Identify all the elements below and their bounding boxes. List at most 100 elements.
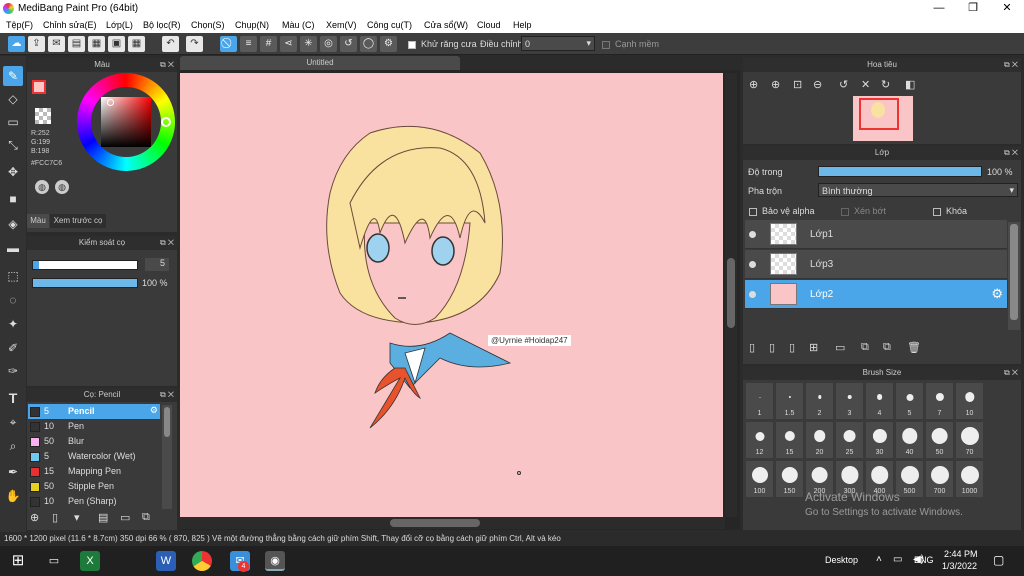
brush-size-cell[interactable]: 15 xyxy=(775,421,804,459)
brush-size-cell[interactable]: 25 xyxy=(835,421,864,459)
duplicate-icon[interactable]: ⧉ xyxy=(142,511,150,524)
brush-size-cell[interactable]: 70 xyxy=(955,421,984,459)
bucket-tool-icon[interactable]: ◈ xyxy=(3,214,23,234)
brush-size-cell[interactable]: 40 xyxy=(895,421,924,459)
clipping-checkbox[interactable] xyxy=(841,206,849,216)
upload-icon[interactable]: ⇪ xyxy=(28,36,45,52)
brush-size-slider[interactable] xyxy=(32,260,138,270)
layer-scrollbar[interactable] xyxy=(1008,222,1020,330)
dot-tool-icon[interactable]: ⤡ xyxy=(3,135,23,155)
canvas-tab[interactable]: Untitled xyxy=(180,56,460,70)
canvas-hscroll[interactable] xyxy=(180,517,725,529)
brush-size-value[interactable]: 5 xyxy=(145,258,169,271)
curve-snap-icon[interactable]: ↺ xyxy=(340,36,357,52)
brush-item-mapping-pen[interactable]: 15 Mapping Pen xyxy=(28,464,160,479)
brush-size-cell[interactable]: 3 xyxy=(835,382,864,420)
grid-snap-icon[interactable]: # xyxy=(260,36,277,52)
rotate-left-icon[interactable]: ↺ xyxy=(839,78,848,91)
rotate-right-icon[interactable]: ↻ xyxy=(881,78,890,91)
palette-add-icon[interactable]: ◍ xyxy=(55,180,69,194)
settings-gear-icon[interactable]: ⚙ xyxy=(380,36,397,52)
hue-handle[interactable] xyxy=(161,117,171,127)
visibility-eye-icon[interactable] xyxy=(749,231,756,238)
panel-close-icon[interactable]: ⧉ ✕ xyxy=(1004,58,1018,72)
pen-tool-icon[interactable]: ✒ xyxy=(3,462,23,482)
brush-size-cell[interactable]: 700 xyxy=(925,460,954,498)
folder-icon[interactable]: ▭ xyxy=(835,341,845,354)
no-snap-icon[interactable]: ⃠ xyxy=(220,36,237,52)
brush-item-watercolor-wet[interactable]: 5 Watercolor (Wet) xyxy=(28,449,160,464)
maximize-button[interactable]: ❐ xyxy=(956,0,990,17)
zoom-in-icon[interactable]: ⊕ xyxy=(749,78,758,91)
tab-color[interactable]: Màu xyxy=(27,214,49,228)
gear-icon[interactable]: ⚙ xyxy=(991,286,1003,302)
brush-size-cell[interactable]: 7 xyxy=(925,382,954,420)
brush-item-pencil[interactable]: 5 Pencil ⚙ xyxy=(28,404,160,419)
language-indicator[interactable]: ENG xyxy=(914,555,934,565)
operation-tool-icon[interactable]: ⌖ xyxy=(3,412,23,432)
visibility-eye-icon[interactable] xyxy=(749,291,756,298)
zoom-in-alt-icon[interactable]: ⊕ xyxy=(771,78,780,91)
brush-size-cell[interactable]: 4 xyxy=(865,382,894,420)
menu-file[interactable]: Tệp(F) xyxy=(6,20,33,30)
panel-close-icon[interactable]: ⧉ ✕ xyxy=(160,236,174,250)
excel-icon[interactable]: X xyxy=(80,551,100,571)
menu-filter[interactable]: Bộ lọc(R) xyxy=(143,20,181,30)
brush-size-cell[interactable]: 5 xyxy=(895,382,924,420)
panel-close-icon[interactable]: ⧉ ✕ xyxy=(1004,146,1018,160)
parallel-snap-icon[interactable]: ≡ xyxy=(240,36,257,52)
brush-size-cell[interactable]: 30 xyxy=(865,421,894,459)
visibility-eye-icon[interactable] xyxy=(749,261,756,268)
text-tool-icon[interactable]: T xyxy=(3,388,23,408)
eyedropper-tool-icon[interactable]: ⌕ xyxy=(3,436,23,456)
color-picker-handle[interactable] xyxy=(107,99,114,106)
select-tool-icon[interactable]: ⬚ xyxy=(3,266,23,286)
brush-menu-icon[interactable]: ▾ xyxy=(74,511,80,524)
menu-layer[interactable]: Lớp(L) xyxy=(106,20,133,30)
brush-settings-icon[interactable]: ▤ xyxy=(98,511,108,524)
grid-icon[interactable]: ▦ xyxy=(128,36,145,52)
protect-alpha-checkbox[interactable] xyxy=(749,206,757,216)
select-pen-tool-icon[interactable]: ✐ xyxy=(3,338,23,358)
brush-size-cell[interactable]: 50 xyxy=(925,421,954,459)
new-halftone-layer-icon[interactable]: ▯ xyxy=(789,341,795,354)
menu-cloud[interactable]: Cloud xyxy=(477,20,501,30)
task-view-icon[interactable]: ▭ xyxy=(44,551,64,571)
menu-view[interactable]: Xem(V) xyxy=(326,20,357,30)
word-icon[interactable]: W xyxy=(156,551,176,571)
drawing-canvas[interactable]: @Uyrnie #Hoidap247 xyxy=(180,73,723,517)
brush-size-cell[interactable]: 1000 xyxy=(955,460,984,498)
new-color-layer-icon[interactable]: ▯ xyxy=(769,341,775,354)
network-icon[interactable]: ▭ xyxy=(893,554,902,565)
menu-help[interactable]: Help xyxy=(513,20,532,30)
clock-time[interactable]: 2:44 PM xyxy=(944,549,978,559)
brush-size-cell[interactable]: 100 xyxy=(745,460,774,498)
layer-item-lop3[interactable]: Lớp3 xyxy=(745,250,1007,279)
minimize-button[interactable]: — xyxy=(922,0,956,17)
brush-size-cell[interactable]: 20 xyxy=(805,421,834,459)
duplicate-layer-icon[interactable]: ⧉ xyxy=(861,341,869,354)
notification-center-icon[interactable]: ▢ xyxy=(993,553,1004,567)
brush-size-cell[interactable]: 2 xyxy=(805,382,834,420)
transparent-color-swatch[interactable] xyxy=(35,108,51,124)
brush-size-cell[interactable]: 10 xyxy=(955,382,984,420)
menu-edit[interactable]: Chỉnh sửa(E) xyxy=(43,20,97,30)
circle-snap-icon[interactable]: ◎ xyxy=(320,36,337,52)
brush-size-cell[interactable]: 1 xyxy=(745,382,774,420)
delete-layer-icon[interactable]: 🗑 xyxy=(907,341,921,354)
flip-icon[interactable]: ◧ xyxy=(905,78,915,91)
merge-layer-icon[interactable]: ⧉ xyxy=(883,341,891,354)
color-wheel[interactable] xyxy=(77,73,175,171)
chevron-up-icon[interactable]: ˄ xyxy=(876,554,882,565)
brush-item-pen[interactable]: 10 Pen xyxy=(28,419,160,434)
antialias-checkbox[interactable] xyxy=(408,39,416,49)
canvas-vscroll[interactable] xyxy=(725,73,737,517)
panel-close-icon[interactable]: ⧉ ✕ xyxy=(1004,366,1018,380)
panel-close-icon[interactable]: ⧉ ✕ xyxy=(160,388,174,402)
gear-icon[interactable]: ⚙ xyxy=(150,405,158,416)
add-layer-menu-icon[interactable]: ⊞ xyxy=(809,341,818,354)
add-brush-icon[interactable]: ⊕ xyxy=(30,511,39,524)
layer-item-lop1[interactable]: Lớp1 xyxy=(745,220,1007,249)
brush-size-cell[interactable]: 12 xyxy=(745,421,774,459)
foreground-color-swatch[interactable] xyxy=(32,80,46,94)
